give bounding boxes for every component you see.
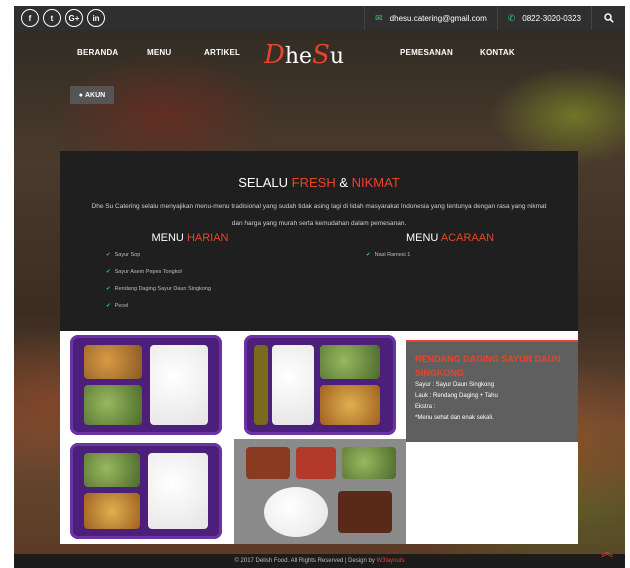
- phone-icon: ✆: [507, 12, 516, 23]
- account-button[interactable]: ● AKUN: [70, 86, 114, 104]
- featured-title: RENDANG DAGING SAYUR DAUN SINGKONG: [415, 354, 561, 378]
- nav-artikel[interactable]: ARTIKEL: [204, 48, 240, 57]
- intro-panel: SELALU FRESH & NIKMAT Dhe Su Catering se…: [60, 151, 578, 331]
- nav-menu[interactable]: MENU: [147, 48, 171, 57]
- list-item[interactable]: ✔ Rendang Daging Sayur Daun Singkong: [106, 286, 280, 303]
- email-contact[interactable]: ✉ dhesu.catering@gmail.com: [364, 6, 497, 30]
- search-icon: [603, 13, 614, 23]
- linkedin-icon[interactable]: in: [87, 9, 105, 27]
- footer-text: © 2017 Delish Food. All Rights Reserved …: [234, 558, 377, 564]
- nav-kontak[interactable]: KONTAK: [480, 48, 515, 57]
- account-label: AKUN: [85, 91, 106, 99]
- social-links: f t G+ in: [21, 9, 105, 27]
- menu-harian-title: MENU HARIAN: [151, 232, 229, 244]
- google-plus-icon[interactable]: G+: [65, 9, 83, 27]
- list-item[interactable]: ✔ Pecel: [106, 303, 280, 320]
- featured-ekstra: Ekstra :: [415, 404, 436, 410]
- menu-photo[interactable]: [244, 335, 396, 435]
- top-bar: f t G+ in ✉ dhesu.catering@gmail.com ✆ 0…: [14, 6, 625, 30]
- menu-photo[interactable]: [70, 335, 222, 435]
- check-icon: ✔: [106, 303, 111, 309]
- site-logo[interactable]: DheSu: [264, 40, 344, 70]
- menu-photo[interactable]: [234, 439, 406, 544]
- phone-contact[interactable]: ✆ 0822-3020-0323: [496, 6, 591, 30]
- hero-background: f t G+ in ✉ dhesu.catering@gmail.com ✆ 0…: [14, 6, 625, 568]
- check-icon: ✔: [106, 252, 111, 258]
- user-icon: ●: [78, 91, 83, 99]
- contact-bar: ✉ dhesu.catering@gmail.com ✆ 0822-3020-0…: [364, 6, 625, 30]
- menu-acaraan-title: MENU ACARAAN: [405, 232, 495, 244]
- twitter-icon[interactable]: t: [43, 9, 61, 27]
- menu-photo[interactable]: [70, 443, 222, 539]
- featured-sayur: Sayur : Sayur Daun Singkong: [415, 382, 495, 388]
- back-to-top-icon[interactable]: ︽: [601, 546, 613, 558]
- search-button[interactable]: [591, 6, 625, 30]
- featured-menu-card[interactable]: RENDANG DAGING SAYUR DAUN SINGKONG Sayur…: [406, 340, 578, 442]
- intro-text: Dhe Su Catering selalu menyajikan menu-m…: [91, 203, 547, 227]
- list-item[interactable]: ✔ Sayur Sop: [106, 252, 280, 269]
- list-item[interactable]: ✔ Sayur Asem Pepes Tongkol: [106, 269, 280, 286]
- menu-acaraan: MENU ACARAAN ✔ Nasi Ramesi 1: [360, 232, 540, 269]
- footer-link[interactable]: W3layouts: [377, 558, 405, 564]
- featured-lauk: Lauk : Rendang Daging + Tahu: [415, 393, 498, 399]
- check-icon: ✔: [366, 252, 371, 258]
- nav-pemesanan[interactable]: PEMESANAN: [400, 48, 453, 57]
- check-icon: ✔: [106, 269, 111, 275]
- phone-text: 0822-3020-0323: [522, 13, 581, 23]
- facebook-icon[interactable]: f: [21, 9, 39, 27]
- menu-harian: MENU HARIAN ✔ Sayur Sop ✔ Sayur Asem Pepes…: [100, 232, 280, 320]
- featured-note: *Menu sehat dan enak sekali.: [415, 415, 494, 421]
- headline: SELALU FRESH & NIKMAT: [238, 175, 400, 190]
- check-icon: ✔: [106, 286, 111, 292]
- email-text: dhesu.catering@gmail.com: [389, 13, 487, 23]
- list-item[interactable]: ✔ Nasi Ramesi 1: [366, 252, 540, 269]
- envelope-icon: ✉: [375, 12, 383, 23]
- nav-beranda[interactable]: BERANDA: [77, 48, 118, 57]
- footer: © 2017 Delish Food. All Rights Reserved …: [14, 554, 625, 568]
